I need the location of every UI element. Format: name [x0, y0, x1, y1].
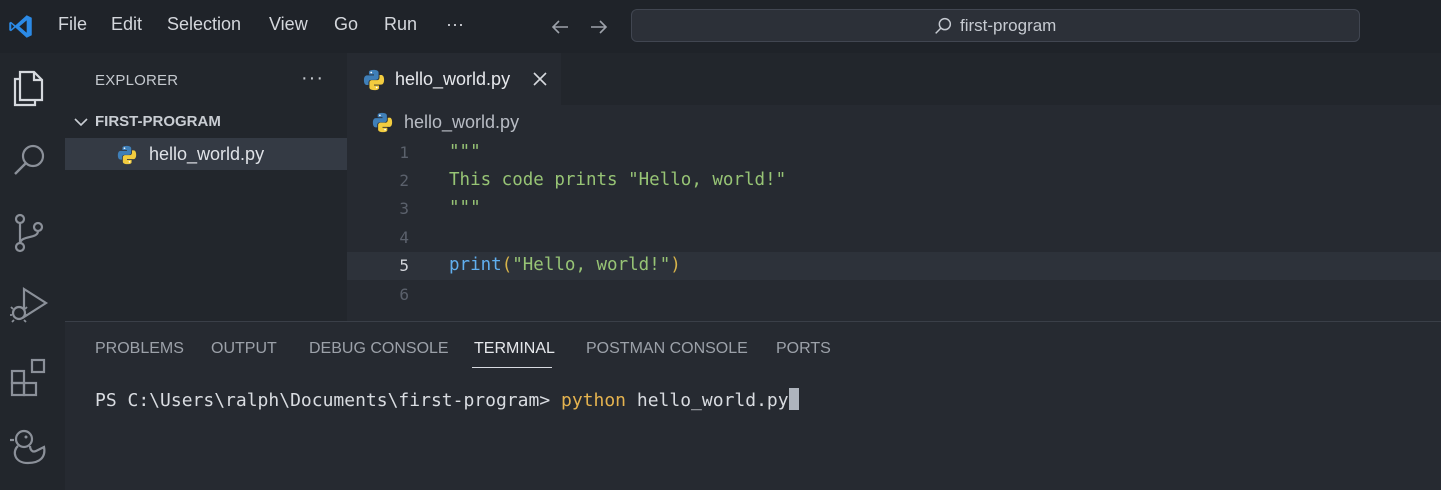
python-icon: [117, 145, 137, 165]
menu-go[interactable]: Go: [334, 14, 358, 35]
menu-more[interactable]: ···: [446, 14, 464, 35]
editor-tab-bar: hello_world.py: [347, 53, 1441, 105]
menu-file[interactable]: File: [58, 14, 87, 35]
command-center-text: first-program: [960, 16, 1057, 35]
explorer-title: EXPLORER: [95, 72, 179, 89]
tab-ports[interactable]: PORTS: [776, 340, 831, 358]
tab-problems[interactable]: PROBLEMS: [95, 340, 184, 358]
files-icon[interactable]: [10, 69, 50, 109]
explorer-sidebar: EXPLORER ··· FIRST-PROGRAM hello_world.p…: [65, 53, 347, 321]
explorer-more-actions[interactable]: ···: [301, 67, 324, 90]
forward-arrow-icon[interactable]: [587, 15, 611, 39]
line-number: 6: [399, 285, 409, 304]
code-text: """: [449, 198, 481, 218]
terminal-input[interactable]: PS C:\Users\ralph\Documents\first-progra…: [95, 388, 799, 411]
folder-row[interactable]: FIRST-PROGRAM: [65, 109, 347, 135]
breadcrumb-file[interactable]: hello_world.py: [404, 112, 519, 133]
menu-view[interactable]: View: [269, 14, 308, 35]
code-text: print("Hello, world!"): [449, 255, 681, 275]
code-line-current: 5 print("Hello, world!"): [347, 252, 1441, 280]
extensions-icon[interactable]: [10, 357, 50, 397]
search-icon[interactable]: [10, 140, 50, 180]
tab-postman-console[interactable]: POSTMAN CONSOLE: [586, 340, 748, 358]
activity-bar: [0, 53, 65, 490]
line-number: 1: [399, 143, 409, 162]
tab-terminal[interactable]: TERMINAL: [474, 340, 555, 358]
code-editor[interactable]: 1 """ 2 This code prints "Hello, world!"…: [347, 139, 1441, 321]
active-tab-indicator: [472, 367, 552, 368]
run-debug-icon[interactable]: [10, 285, 50, 325]
code-text: This code prints "Hello, world!": [449, 170, 787, 190]
close-icon[interactable]: [531, 70, 549, 88]
terminal-args: hello_world.py: [626, 390, 789, 411]
python-icon: [363, 69, 385, 91]
chevron-down-icon: [74, 118, 88, 127]
terminal-command: python: [561, 390, 627, 411]
command-center-search[interactable]: first-program: [631, 9, 1360, 42]
python-icon: [372, 112, 393, 133]
tab-debug-console[interactable]: DEBUG CONSOLE: [309, 340, 449, 358]
line-number: 5: [399, 256, 409, 275]
breadcrumb: hello_world.py: [347, 105, 1441, 139]
code-line: 3 """: [347, 195, 1441, 223]
tab-output[interactable]: OUTPUT: [211, 340, 277, 358]
line-number: 3: [399, 199, 409, 218]
folder-name: FIRST-PROGRAM: [95, 113, 221, 130]
vscode-logo-icon[interactable]: [7, 13, 34, 40]
code-function: print: [449, 255, 502, 275]
terminal-prompt: PS C:\Users\ralph\Documents\first-progra…: [95, 390, 561, 411]
code-line: 4: [347, 224, 1441, 252]
code-string: "Hello, world!": [512, 255, 671, 275]
menu-edit[interactable]: Edit: [111, 14, 142, 35]
terminal-cursor: [788, 388, 799, 410]
code-line: 1 """: [347, 139, 1441, 167]
search-icon: [935, 17, 952, 34]
menu-run[interactable]: Run: [384, 14, 417, 35]
duck-icon[interactable]: [10, 427, 50, 467]
tab-label: hello_world.py: [395, 69, 511, 89]
code-line: 6: [347, 281, 1441, 309]
menu-selection[interactable]: Selection: [167, 14, 241, 35]
tab-hello-world[interactable]: hello_world.py: [347, 53, 561, 105]
code-text: """: [449, 142, 481, 162]
source-control-icon[interactable]: [10, 213, 50, 253]
line-number: 4: [399, 228, 409, 247]
file-row-hello-world[interactable]: hello_world.py: [65, 138, 347, 170]
line-number: 2: [399, 171, 409, 190]
file-name: hello_world.py: [149, 144, 265, 164]
code-line: 2 This code prints "Hello, world!": [347, 167, 1441, 195]
bottom-panel: PROBLEMS OUTPUT DEBUG CONSOLE TERMINAL P…: [65, 322, 1441, 490]
title-bar: File Edit Selection View Go Run ··· firs…: [0, 0, 1441, 53]
code-paren-open: (: [501, 255, 513, 275]
code-paren-close: ): [670, 255, 681, 275]
back-arrow-icon[interactable]: [548, 15, 572, 39]
